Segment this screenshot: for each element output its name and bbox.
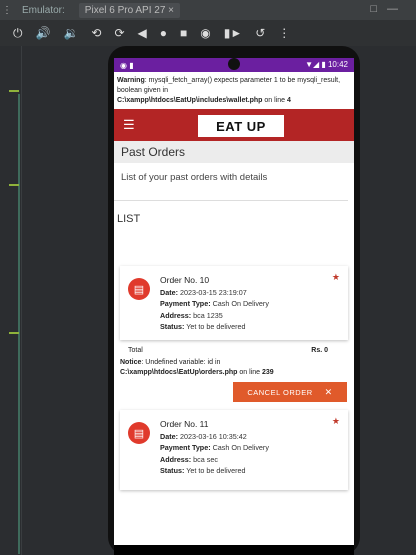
order-payment: Cash On Delivery: [210, 443, 269, 452]
rotate-right-icon[interactable]: ⟳: [114, 26, 124, 40]
star-icon: ★: [331, 272, 340, 282]
php-warning: Warning: mysqli_fetch_array() expects pa…: [114, 72, 354, 109]
device-screen: ◉ ▮ ▼◢ ▮ 10:42 Warning: mysqli_fetch_arr…: [114, 58, 354, 555]
order-details: Order No. 10 Date: 2023-03-15 23:19:07 P…: [160, 275, 269, 333]
order-total: Total Rs. 0: [128, 347, 328, 354]
order-payment: Cash On Delivery: [210, 299, 269, 308]
list-label: LIST: [117, 213, 141, 225]
tab-device[interactable]: Pixel 6 Pro API 27 ×: [78, 2, 181, 18]
cancel-label: CANCEL ORDER: [247, 387, 313, 397]
emulator-toolbar: ⏻ 🔊 🔉 ⟲ ⟳ ◀ ● ■ ◉ ▮► ↺ ⋮: [0, 20, 416, 46]
more-icon[interactable]: ⋮: [278, 26, 290, 40]
date-label: Date:: [160, 287, 178, 297]
system-nav-bar: [114, 545, 354, 555]
tab-emulator[interactable]: Emulator:: [22, 5, 65, 16]
replay-icon[interactable]: ↺: [255, 26, 265, 40]
warning-online: on line: [262, 97, 287, 104]
order-title: Order No. 11: [160, 419, 209, 429]
warning-line: 4: [287, 97, 291, 104]
overview-icon[interactable]: ■: [180, 26, 187, 40]
order-card[interactable]: ▤ ★ Order No. 11 Date: 2023-03-16 10:35:…: [120, 410, 348, 490]
window-controls[interactable]: □—: [370, 3, 408, 15]
status-bar: ◉ ▮ ▼◢ ▮ 10:42: [114, 58, 354, 72]
close-icon: ✕: [324, 386, 333, 397]
notification-icon: ◉ ▮: [120, 60, 134, 70]
clipboard-icon: ▤: [128, 278, 150, 300]
order-details: Order No. 11 Date: 2023-03-16 10:35:42 P…: [160, 419, 269, 477]
page-subtitle: List of your past orders with details: [114, 163, 348, 201]
star-icon: ★: [331, 416, 340, 426]
status-label: Status:: [160, 322, 185, 331]
status-right: ▼◢ ▮ 10:42: [305, 60, 348, 69]
order-address: bca 1235: [191, 310, 223, 320]
notice-online: on line: [237, 369, 262, 376]
cancel-order-button[interactable]: CANCEL ORDER ✕: [233, 382, 347, 402]
total-label: Total: [128, 347, 143, 354]
address-label: Address:: [160, 310, 192, 320]
gutter-line: [18, 94, 20, 554]
menu-icon[interactable]: ☰: [123, 117, 135, 133]
emulator-tabbar: ⋮ Emulator: Pixel 6 Pro API 27 × □—: [0, 0, 416, 20]
volume-down-icon[interactable]: 🔉: [63, 26, 78, 40]
back-icon[interactable]: ◀: [138, 26, 147, 40]
emulator-window: ⋮ Emulator: Pixel 6 Pro API 27 × □— ⏻ 🔊 …: [0, 0, 416, 555]
power-icon[interactable]: ⏻: [13, 26, 23, 41]
more-options-icon[interactable]: ⋮: [0, 5, 14, 16]
order-status: Yet to be delivered: [184, 466, 246, 475]
warning-label: Warning: [117, 77, 145, 84]
notice-line: 239: [262, 369, 274, 376]
notice-text: : Undefined variable: id in: [141, 359, 221, 366]
date-label: Date:: [160, 431, 178, 441]
app-logo: EAT UP: [198, 115, 284, 137]
total-value: Rs. 0: [311, 347, 328, 354]
order-date: 2023-03-15 23:19:07: [177, 287, 247, 297]
order-title: Order No. 10: [160, 275, 210, 285]
screenrecord-icon[interactable]: ▮►: [224, 26, 242, 40]
volume-up-icon[interactable]: 🔊: [36, 26, 51, 40]
payment-label: Payment Type:: [160, 443, 211, 452]
address-label: Address:: [160, 454, 192, 464]
payment-label: Payment Type:: [160, 299, 211, 308]
change-marker: [9, 90, 19, 92]
change-marker: [9, 184, 19, 186]
home-icon[interactable]: ●: [160, 26, 167, 40]
warning-text: : mysqli_fetch_array() expects parameter…: [117, 77, 341, 94]
order-address: bca sec: [191, 454, 218, 464]
warning-path: C:\xampp\htdocs\EatUp\includes\wallet.ph…: [117, 97, 263, 104]
page-title: Past Orders: [114, 141, 354, 163]
camera-cutout: [228, 58, 240, 70]
order-card[interactable]: ▤ ★ Order No. 10 Date: 2023-03-15 23:19:…: [120, 266, 348, 340]
camera-icon[interactable]: ◉: [200, 26, 210, 40]
app-bar: ☰ EAT UP: [114, 109, 354, 141]
notice-path: C:\xampp\htdocs\EatUp\orders.php: [120, 369, 238, 376]
order-status: Yet to be delivered: [184, 322, 246, 331]
order-date: 2023-03-16 10:35:42: [177, 431, 247, 441]
php-notice: Notice: Undefined variable: id in C:\xam…: [120, 358, 350, 378]
change-marker: [9, 332, 19, 334]
notice-label: Notice: [120, 359, 142, 366]
clipboard-icon: ▤: [128, 422, 150, 444]
rotate-left-icon[interactable]: ⟲: [91, 26, 101, 40]
status-label: Status:: [160, 466, 185, 475]
editor-gutter: [0, 46, 22, 555]
